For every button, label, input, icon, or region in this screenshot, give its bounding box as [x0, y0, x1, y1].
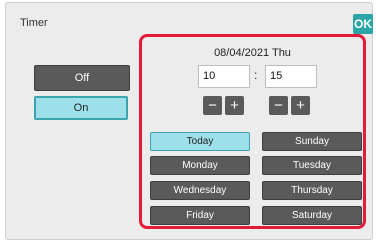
- day-button-saturday[interactable]: Saturday: [262, 206, 362, 225]
- off-button[interactable]: Off: [34, 65, 130, 91]
- on-button[interactable]: On: [34, 96, 128, 120]
- date-display: 08/04/2021 Thu: [214, 47, 291, 59]
- day-button-monday[interactable]: Monday: [150, 156, 250, 175]
- timer-settings-highlight: 08/04/2021 Thu 10 : 15 − + − + Today Sun…: [139, 34, 366, 229]
- minute-plus-button[interactable]: +: [291, 96, 310, 115]
- day-button-thursday[interactable]: Thursday: [262, 181, 362, 200]
- day-button-friday[interactable]: Friday: [150, 206, 250, 225]
- day-button-wednesday[interactable]: Wednesday: [150, 181, 250, 200]
- minute-minus-button[interactable]: −: [269, 96, 288, 115]
- hour-field[interactable]: 10: [198, 65, 250, 88]
- day-button-tuesday[interactable]: Tuesday: [262, 156, 362, 175]
- day-button-today[interactable]: Today: [150, 132, 250, 151]
- minute-field[interactable]: 15: [265, 65, 317, 88]
- window-title: Timer: [20, 17, 48, 29]
- ok-button[interactable]: OK: [353, 14, 373, 34]
- time-separator: :: [254, 68, 258, 82]
- day-button-sunday[interactable]: Sunday: [262, 132, 362, 151]
- hour-minus-button[interactable]: −: [203, 96, 222, 115]
- hour-plus-button[interactable]: +: [225, 96, 244, 115]
